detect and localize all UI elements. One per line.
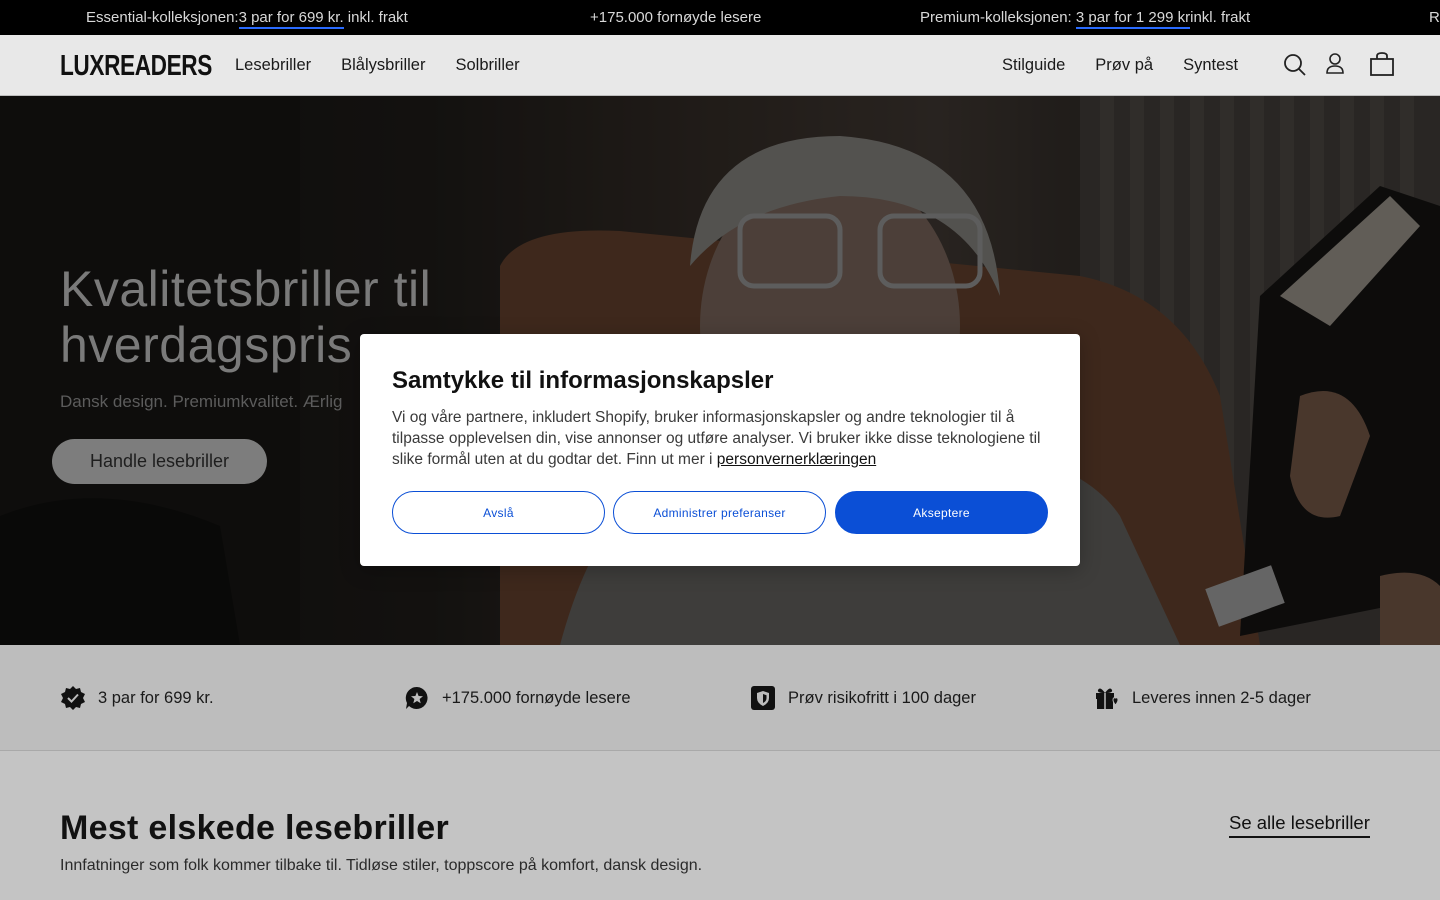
search-icon[interactable]: [1283, 51, 1307, 77]
manage-preferences-button[interactable]: Administrer preferanser: [613, 491, 826, 534]
announcement-message-1: Essential-kolleksjonen:3 par for 699 kr.…: [86, 9, 408, 29]
announcement-bar: Essential-kolleksjonen:3 par for 699 kr.…: [0, 0, 1440, 35]
usp-item: Prøv risikofritt i 100 dager: [750, 685, 976, 711]
nav-stilguide[interactable]: Stilguide: [1002, 56, 1065, 75]
decline-button[interactable]: Avslå: [392, 491, 605, 534]
nav-lesebriller[interactable]: Lesebriller: [235, 56, 311, 75]
cookie-title: Samtykke til informasjonskapsler: [392, 367, 774, 394]
hero-subtitle: Dansk design. Premiumkvalitet. Ærlig: [60, 392, 343, 411]
usp-text: 3 par for 699 kr.: [98, 688, 214, 707]
nav-blalysbriller[interactable]: Blålysbriller: [341, 56, 425, 75]
announcement-highlight: 3 par for 1 299 kr: [1075, 9, 1191, 29]
logo[interactable]: LUXREADERS: [60, 50, 212, 83]
announcement-text: inkl. frakt: [1190, 9, 1251, 26]
usp-text: Leveres innen 2-5 dager: [1132, 688, 1311, 707]
cookie-consent-dialog: Samtykke til informasjonskapsler Vi og v…: [360, 334, 1080, 566]
cookie-body: Vi og våre partnere, inkludert Shopify, …: [392, 407, 1052, 470]
privacy-policy-link[interactable]: personvernerklæringen: [717, 451, 876, 468]
shield-icon: [751, 686, 775, 710]
announcement-text: Essential-kolleksjonen:: [86, 9, 239, 26]
nav-syntest[interactable]: Syntest: [1183, 56, 1238, 75]
announcement-text: Premium-kolleksjonen:: [920, 9, 1076, 26]
announcement-message-2: +175.000 fornøyde lesere: [590, 9, 762, 26]
usp-text: Prøv risikofritt i 100 dager: [788, 688, 976, 707]
see-all-link[interactable]: Se alle lesebriller: [1229, 812, 1370, 838]
bestsellers-section: Mest elskede lesebriller Innfatninger so…: [0, 751, 1440, 900]
usp-item: +175.000 fornøyde lesere: [404, 685, 631, 711]
accept-button[interactable]: Akseptere: [835, 491, 1048, 534]
usp-item: 3 par for 699 kr.: [60, 685, 214, 711]
usp-item: Leveres innen 2-5 dager: [1094, 685, 1311, 711]
site-header: LUXREADERS Lesebriller Blålysbriller Sol…: [0, 35, 1440, 96]
gift-heart-icon: [1096, 688, 1119, 709]
usp-bar: 3 par for 699 kr. +175.000 fornøyde lese…: [0, 645, 1440, 751]
announcement-text: inkl. frakt: [343, 9, 408, 26]
account-icon[interactable]: [1323, 51, 1347, 77]
shop-reading-glasses-button[interactable]: Handle lesebriller: [52, 439, 267, 484]
usp-text: +175.000 fornøyde lesere: [442, 688, 631, 707]
main-nav: Lesebriller Blålysbriller Solbriller: [235, 56, 520, 75]
announcement-message-4: R: [1429, 9, 1440, 26]
star-chat-icon: [405, 686, 428, 709]
section-subtitle: Innfatninger som folk kommer tilbake til…: [60, 857, 703, 874]
secondary-nav: Stilguide Prøv på Syntest: [1002, 56, 1238, 75]
nav-prov-pa[interactable]: Prøv på: [1095, 56, 1153, 75]
header-icons: [1283, 51, 1394, 77]
nav-solbriller[interactable]: Solbriller: [455, 56, 519, 75]
announcement-message-3: Premium-kolleksjonen: 3 par for 1 299 kr…: [920, 9, 1251, 29]
announcement-highlight: 3 par for 699 kr.: [238, 9, 344, 29]
section-title: Mest elskede lesebriller: [60, 809, 449, 847]
cart-icon[interactable]: [1369, 51, 1394, 77]
badge-check-icon: [61, 686, 85, 710]
